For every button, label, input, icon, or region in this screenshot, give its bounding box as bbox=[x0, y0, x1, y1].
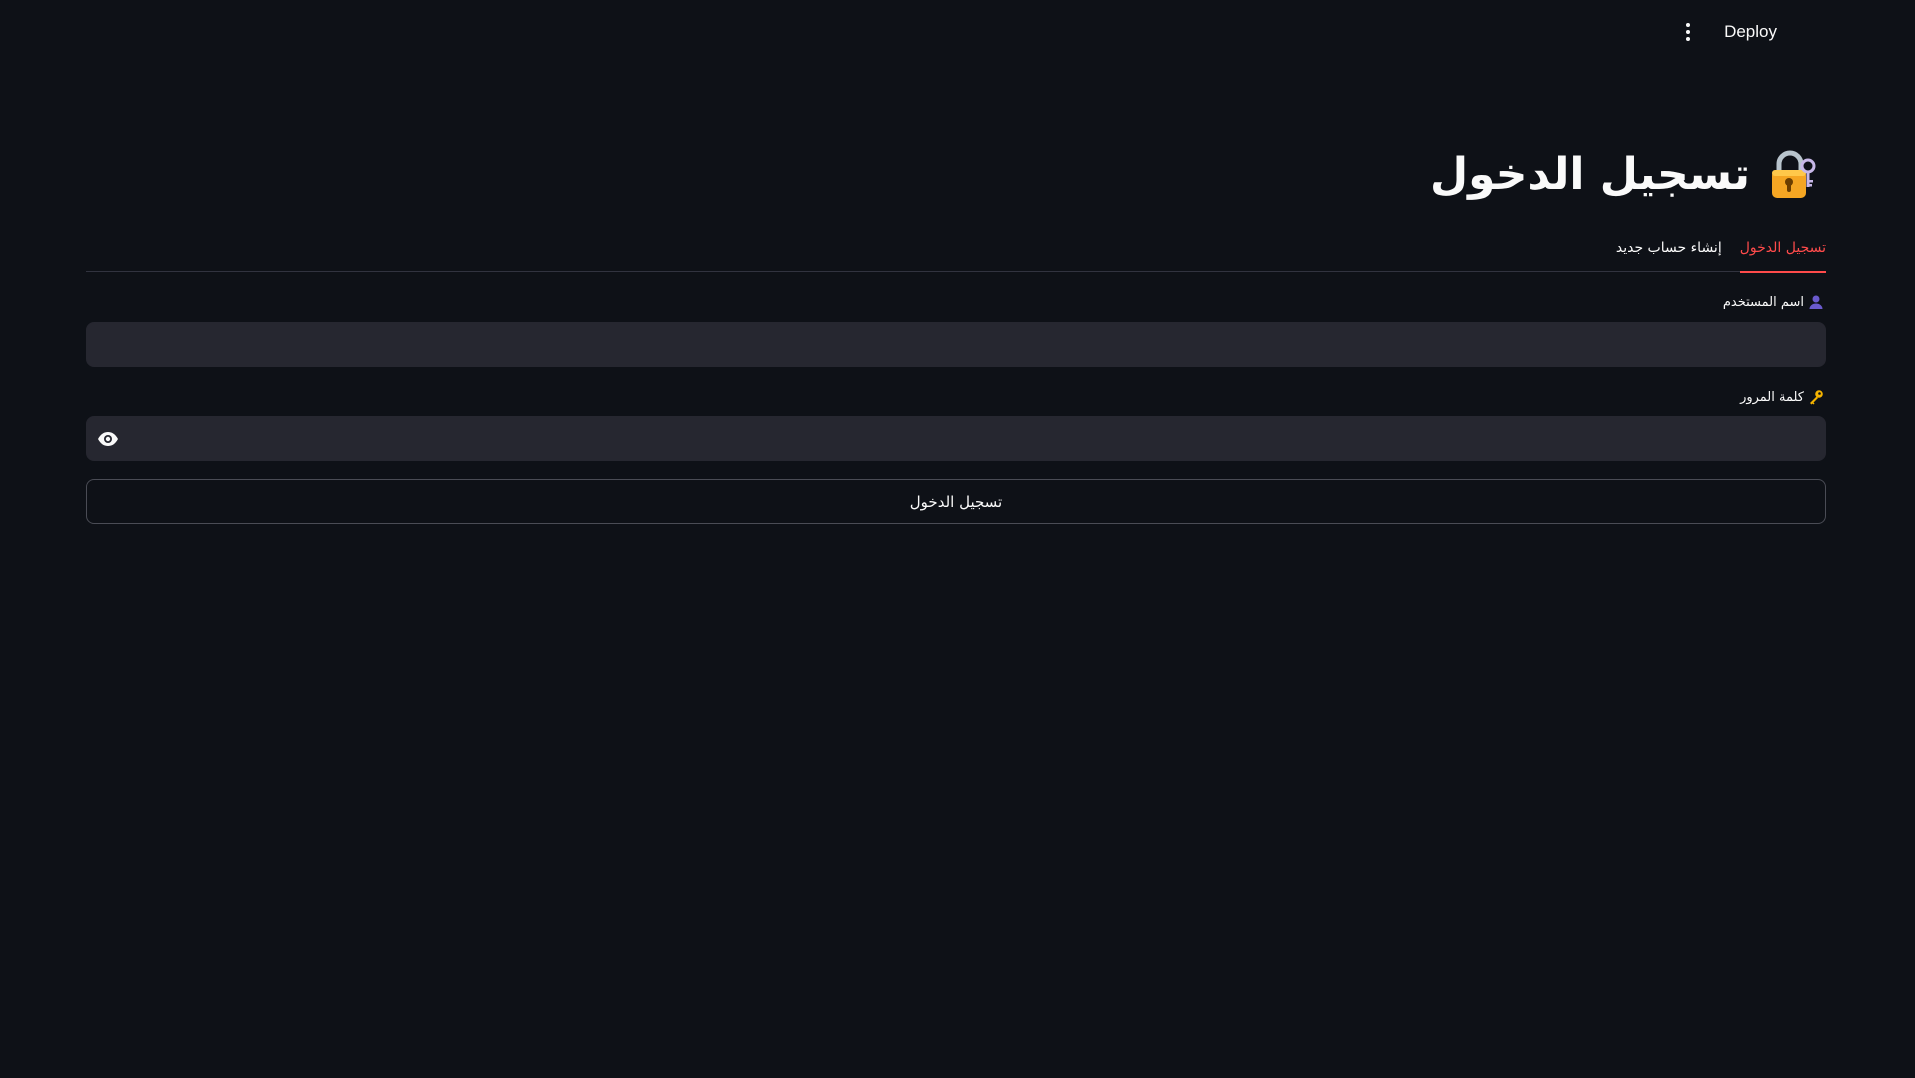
title-row: تسجيل الدخول bbox=[1430, 148, 1818, 202]
tab-register[interactable]: إنشاء حساب جديد bbox=[1616, 228, 1722, 272]
login-submit-button[interactable]: تسجيل الدخول bbox=[86, 479, 1826, 524]
show-password-button[interactable] bbox=[95, 427, 121, 451]
password-label: كلمة المرور bbox=[1740, 389, 1824, 405]
auth-tabs: تسجيل الدخول إنشاء حساب جديد bbox=[86, 228, 1827, 273]
password-field-wrapper bbox=[86, 416, 1826, 461]
user-silhouette-icon bbox=[1809, 295, 1823, 309]
username-label-text: اسم المستخدم bbox=[1722, 294, 1804, 310]
username-field-wrapper bbox=[86, 322, 1826, 367]
password-label-text: كلمة المرور bbox=[1740, 389, 1804, 405]
page-title: تسجيل الدخول bbox=[1429, 149, 1750, 200]
locked-with-key-icon bbox=[1772, 150, 1816, 198]
eye-icon bbox=[98, 432, 118, 446]
key-icon bbox=[1810, 390, 1823, 405]
main-content: تسجيل الدخول تسجيل الدخول إنشاء حساب جدي… bbox=[86, 0, 1827, 1078]
tab-login[interactable]: تسجيل الدخول bbox=[1739, 228, 1827, 273]
username-label: اسم المستخدم bbox=[1723, 294, 1824, 310]
password-input[interactable] bbox=[87, 417, 1825, 460]
username-input[interactable] bbox=[87, 323, 1825, 366]
